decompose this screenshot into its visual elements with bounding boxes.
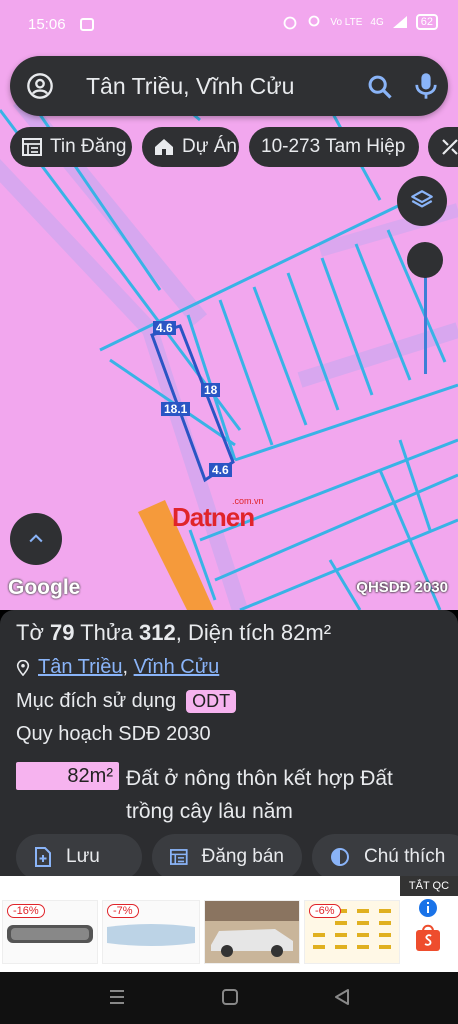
microphone-icon[interactable] (412, 71, 440, 101)
network-label: Vo LTE (330, 16, 363, 28)
chevron-up-icon (29, 534, 43, 543)
district-link[interactable]: Vĩnh Cửu (134, 656, 220, 678)
car-image (205, 901, 299, 957)
save-button[interactable]: Lưu (16, 834, 142, 880)
add-doc-icon (35, 847, 51, 867)
parcel-info-panel: Tờ 79 Thửa 312, Diện tích 82m² Tân Triều… (0, 610, 458, 898)
action-buttons: Lưu Đăng bán Chú thích (0, 834, 458, 882)
signal-label: 4G (370, 16, 384, 28)
plan-label: Quy hoạch SDĐ 2030 (16, 723, 211, 745)
signal-icon (392, 16, 407, 28)
house-icon (155, 139, 173, 155)
back-icon[interactable] (333, 988, 351, 1006)
close-ad-button[interactable]: TẮT QC (400, 876, 458, 896)
legend-button-label: Chú thích (364, 846, 446, 867)
parcel-location: Tân Triều, Vĩnh Cửu (16, 656, 219, 679)
post-sale-button[interactable]: Đăng bán (152, 834, 302, 880)
datnen-watermark-domain: .com.vn (232, 496, 264, 506)
area-label: Diện tích (187, 620, 275, 645)
layers-button[interactable] (397, 176, 447, 226)
post-sale-button-label: Đăng bán (201, 846, 284, 867)
save-button-label: Lưu (66, 846, 100, 867)
legend-button[interactable]: Chú thích (312, 834, 458, 880)
notification-icon (80, 18, 94, 31)
dimension-left-label: 18.1 (161, 402, 191, 416)
plan-area-box: 82m² (16, 762, 119, 790)
parcel-title: Tờ 79 Thửa 312, Diện tích 82m² (16, 620, 331, 646)
status-time: 15:06 (28, 16, 66, 33)
discount-badge: -16% (7, 904, 45, 918)
home-icon[interactable] (221, 988, 239, 1006)
discount-badge: -7% (107, 904, 139, 918)
sheet-number: 79 (50, 620, 75, 645)
chip-listings[interactable]: Tin Đăng (10, 127, 132, 167)
ad-product-mirror[interactable]: -16% (2, 900, 98, 964)
chip-projects[interactable]: Dự Án (142, 127, 239, 167)
map-pin-icon (16, 659, 30, 676)
search-icon[interactable] (366, 73, 394, 101)
account-icon[interactable] (26, 72, 54, 100)
ad-banner[interactable]: TẮT QC -16% -7% -6% (0, 876, 458, 972)
chip-listings-label: Tin Đăng (50, 136, 127, 157)
layers-icon (411, 190, 433, 208)
opacity-slider-knob[interactable] (407, 242, 443, 278)
location-icon (308, 15, 320, 27)
dimension-bottom-label: 4.6 (209, 463, 232, 477)
chip-location[interactable]: 10-273 Tam Hiệp (249, 127, 419, 167)
datnen-watermark: Datnen (172, 502, 255, 532)
chip-projects-label: Dự Án (182, 136, 237, 157)
layer-label: QHSDĐ 2030 (356, 579, 448, 596)
search-bar[interactable]: Tân Triều, Vĩnh Cửu (10, 56, 448, 116)
dimension-right-label: 18 (201, 383, 221, 397)
battery-level: 62 (415, 14, 438, 30)
discount-badge: -6% (309, 904, 341, 918)
ad-product-mirror-blue[interactable]: -7% (102, 900, 200, 964)
search-input[interactable]: Tân Triều, Vĩnh Cửu (86, 73, 294, 100)
plot-label: Thửa (80, 620, 133, 645)
status-bar: 15:06 Vo LTE 4G 62 (0, 0, 458, 50)
plan-description: Đất ở nông thôn kết hợp Đất trồng cây lâ… (126, 767, 393, 823)
dimension-top-label: 4.6 (153, 321, 176, 335)
sheet-label: Tờ (16, 620, 44, 645)
alarm-icon (283, 16, 297, 30)
area-value: 82m² (280, 620, 332, 645)
listing-icon (22, 138, 42, 156)
calendar-icon (170, 849, 188, 865)
google-attribution: Google (8, 576, 81, 599)
title-comma: , (175, 620, 182, 645)
system-nav-bar (0, 972, 458, 1024)
filter-chips: Tin Đăng Dự Án 10-273 Tam Hiệp (10, 127, 458, 169)
chip-location-label: 10-273 Tam Hiệp (261, 136, 406, 157)
half-circle-icon (331, 848, 349, 866)
expand-up-button[interactable] (10, 513, 62, 565)
ad-product-stickers[interactable]: -6% (304, 900, 400, 964)
ruler-icon (442, 139, 458, 155)
land-purpose: Mục đích sử dụng ODT (16, 690, 237, 713)
ad-product-car[interactable] (204, 900, 300, 964)
plot-number: 312 (138, 620, 176, 645)
commune-link[interactable]: Tân Triều (38, 656, 122, 678)
recent-apps-icon[interactable] (108, 988, 126, 1006)
shopee-icon[interactable] (414, 922, 442, 952)
opacity-slider-track[interactable] (424, 262, 427, 374)
chip-measure[interactable] (428, 127, 458, 167)
purpose-code-badge: ODT (186, 690, 237, 713)
info-icon[interactable] (418, 898, 438, 918)
purpose-label: Mục đích sử dụng (16, 690, 177, 712)
